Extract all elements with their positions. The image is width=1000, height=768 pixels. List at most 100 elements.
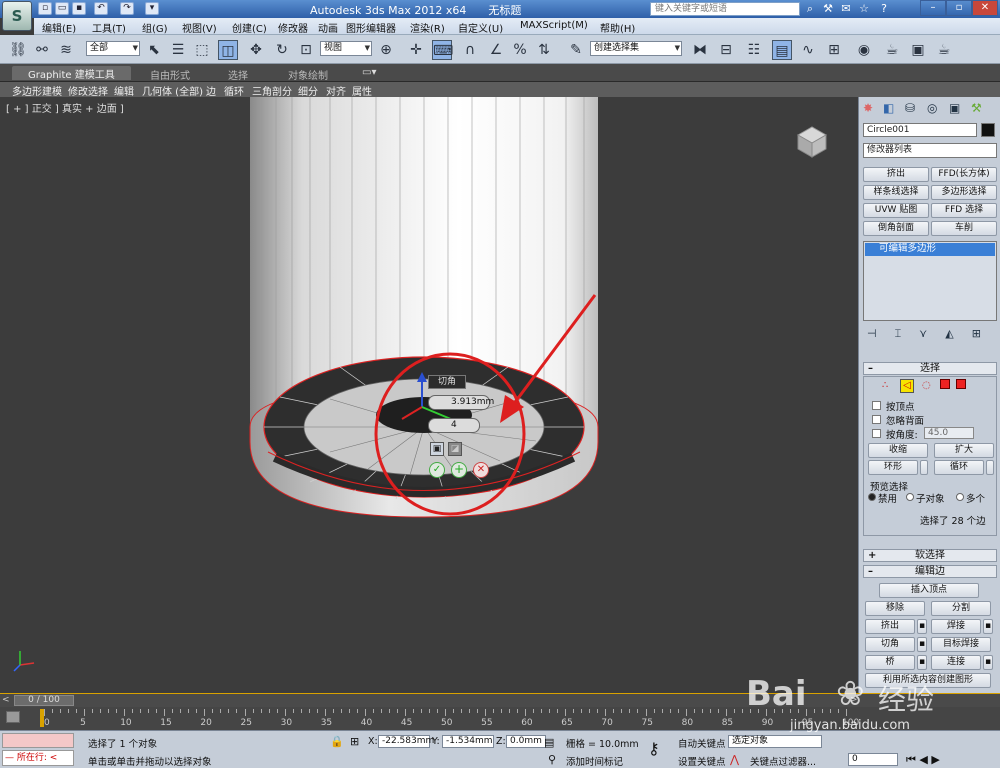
- tab-freeform[interactable]: 自由形式: [150, 67, 190, 82]
- mirror-icon[interactable]: ⧓: [690, 40, 710, 60]
- uvw-map-button[interactable]: UVW 贴图: [863, 203, 929, 218]
- caddy-ok-icon[interactable]: ✓: [429, 462, 445, 478]
- render-production-icon[interactable]: ☕: [934, 40, 954, 60]
- preview-off-radio[interactable]: [868, 493, 876, 501]
- material-editor-icon[interactable]: ◉: [854, 40, 874, 60]
- preview-multi-radio[interactable]: [956, 493, 964, 501]
- polygon-mode-icon[interactable]: [940, 379, 950, 389]
- tab-selection[interactable]: 选择: [228, 67, 248, 82]
- wrench-icon[interactable]: ⚒: [820, 1, 836, 16]
- menu-help[interactable]: 帮助(H): [600, 20, 635, 35]
- by-vertex-checkbox[interactable]: [872, 401, 881, 410]
- panel-properties[interactable]: 属性: [352, 83, 372, 98]
- named-selection-select[interactable]: 创建选择集: [590, 41, 682, 56]
- bevel-profile-button[interactable]: 倒角剖面: [863, 221, 929, 236]
- minimize-button[interactable]: –: [920, 0, 946, 16]
- edit-edges-rollout-header[interactable]: – 编辑边: [863, 565, 997, 578]
- soft-selection-rollout-header[interactable]: + 软选择: [863, 549, 997, 562]
- create-tab-icon[interactable]: ✸: [863, 101, 873, 115]
- modifier-list-select[interactable]: 修改器列表: [863, 143, 997, 158]
- select-object-icon[interactable]: ⬉: [144, 40, 164, 60]
- panel-align[interactable]: 对齐: [326, 83, 346, 98]
- utilities-tab-icon[interactable]: ⚒: [971, 101, 982, 115]
- menu-graph-editors[interactable]: 图形编辑器: [346, 20, 396, 35]
- stack-controls[interactable]: ⊣⌶⋎◭⊞: [867, 327, 997, 341]
- caddy-open-chamfer-icon[interactable]: ▣: [430, 442, 444, 456]
- panel-loops[interactable]: 循环: [224, 83, 244, 98]
- viewport-front[interactable]: [ + ] 正交 ] 真实 + 边面 ] 切角 3.913mm 4 ▣ ◪ ✓ …: [0, 97, 858, 693]
- bind-space-warp-icon[interactable]: ≋: [56, 40, 76, 60]
- snaps-toggle-icon[interactable]: ∩: [460, 40, 480, 60]
- window-crossing-icon[interactable]: ◫: [218, 40, 238, 60]
- layer-manager-icon[interactable]: ☷: [744, 40, 764, 60]
- remove-button[interactable]: 移除: [865, 601, 925, 616]
- ffd-select-button[interactable]: FFD 选择: [931, 203, 997, 218]
- percent-snap-icon[interactable]: %: [510, 40, 530, 60]
- panel-subdivision[interactable]: 细分: [298, 83, 318, 98]
- rotate-icon[interactable]: ↻: [272, 40, 292, 60]
- y-coordinate-field[interactable]: -1.534mm: [442, 735, 494, 748]
- element-mode-icon[interactable]: [956, 379, 966, 389]
- connect-button[interactable]: 连接: [931, 655, 981, 670]
- search-input[interactable]: 键入关键字或短语: [650, 2, 800, 16]
- menu-animation[interactable]: 动画: [318, 20, 338, 35]
- weld-settings-icon[interactable]: ▪: [983, 619, 993, 634]
- key-filters-button[interactable]: 关键点过滤器...: [750, 754, 816, 768]
- binoculars-icon[interactable]: ⌕: [802, 1, 818, 16]
- scale-icon[interactable]: ⊡: [296, 40, 316, 60]
- hierarchy-tab-icon[interactable]: ⛁: [905, 101, 915, 115]
- mini-curve-editor-icon[interactable]: [6, 711, 20, 723]
- ignore-backfacing-checkbox[interactable]: [872, 415, 881, 424]
- ring-button[interactable]: 环形: [868, 460, 918, 475]
- panel-polygon-modeling[interactable]: 多边形建模: [12, 83, 62, 98]
- chamfer-button[interactable]: 切角: [865, 637, 915, 652]
- by-angle-input[interactable]: 45.0: [924, 427, 974, 439]
- keyboard-shortcut-override-icon[interactable]: ⌨: [432, 40, 453, 60]
- spinner-snap-icon[interactable]: ⇅: [534, 40, 554, 60]
- target-weld-button[interactable]: 目标焊接: [931, 637, 991, 652]
- menu-group[interactable]: 组(G): [142, 20, 168, 35]
- communication-icon[interactable]: ✉: [838, 1, 854, 16]
- object-color-swatch[interactable]: [981, 123, 995, 137]
- edit-named-selection-icon[interactable]: ✎: [566, 40, 586, 60]
- caddy-amount-field[interactable]: 3.913mm: [428, 395, 494, 410]
- caddy-cancel-icon[interactable]: ✕: [473, 462, 489, 478]
- preview-subobject-radio[interactable]: [906, 493, 914, 501]
- menu-create[interactable]: 创建(C): [232, 20, 267, 35]
- lathe-button[interactable]: 车削: [931, 221, 997, 236]
- select-manipulate-icon[interactable]: ✛: [406, 40, 426, 60]
- border-mode-icon[interactable]: ◌: [922, 380, 931, 391]
- grid-lock-icon[interactable]: ▤: [544, 736, 554, 749]
- menu-tools[interactable]: 工具(T): [92, 20, 126, 35]
- render-setup-icon[interactable]: ☕: [882, 40, 902, 60]
- redo-icon[interactable]: ↷: [120, 2, 134, 15]
- rendered-frame-icon[interactable]: ▣: [908, 40, 928, 60]
- menu-customize[interactable]: 自定义(U): [458, 20, 503, 35]
- unlink-icon[interactable]: ⚯: [32, 40, 52, 60]
- star-icon[interactable]: ☆: [856, 1, 872, 16]
- caddy-quad-icon[interactable]: ◪: [448, 442, 462, 456]
- motion-tab-icon[interactable]: ◎: [927, 101, 937, 115]
- connect-settings-icon[interactable]: ▪: [983, 655, 993, 670]
- schematic-view-icon[interactable]: ⊞: [824, 40, 844, 60]
- panel-geometry-all[interactable]: 几何体 (全部): [142, 83, 203, 98]
- set-key-icon[interactable]: ⋀: [730, 753, 739, 766]
- z-coordinate-field[interactable]: 0.0mm: [506, 735, 546, 748]
- link-icon[interactable]: ⛓: [8, 40, 28, 60]
- save-file-icon[interactable]: ▪: [72, 2, 86, 15]
- menu-maxscript[interactable]: MAXScript(M): [520, 20, 588, 31]
- object-name-field[interactable]: Circle001: [863, 123, 977, 137]
- ribbon-options-icon[interactable]: ▭▾: [362, 67, 376, 78]
- menu-views[interactable]: 视图(V): [182, 20, 217, 35]
- menu-modifiers[interactable]: 修改器: [278, 20, 308, 35]
- chamfer-settings-icon[interactable]: ▪: [917, 637, 927, 652]
- panel-edit[interactable]: 编辑: [114, 83, 134, 98]
- vertex-mode-icon[interactable]: ∴: [882, 380, 888, 391]
- menu-edit[interactable]: 编辑(E): [42, 20, 76, 35]
- loop-button[interactable]: 循环: [934, 460, 984, 475]
- extrude-button[interactable]: 挤出: [865, 619, 915, 634]
- x-coordinate-field[interactable]: -22.583mm: [378, 735, 434, 748]
- reference-coordinate-select[interactable]: 视图: [320, 41, 372, 56]
- panel-modify-selection[interactable]: 修改选择: [68, 83, 108, 98]
- split-button[interactable]: 分割: [931, 601, 991, 616]
